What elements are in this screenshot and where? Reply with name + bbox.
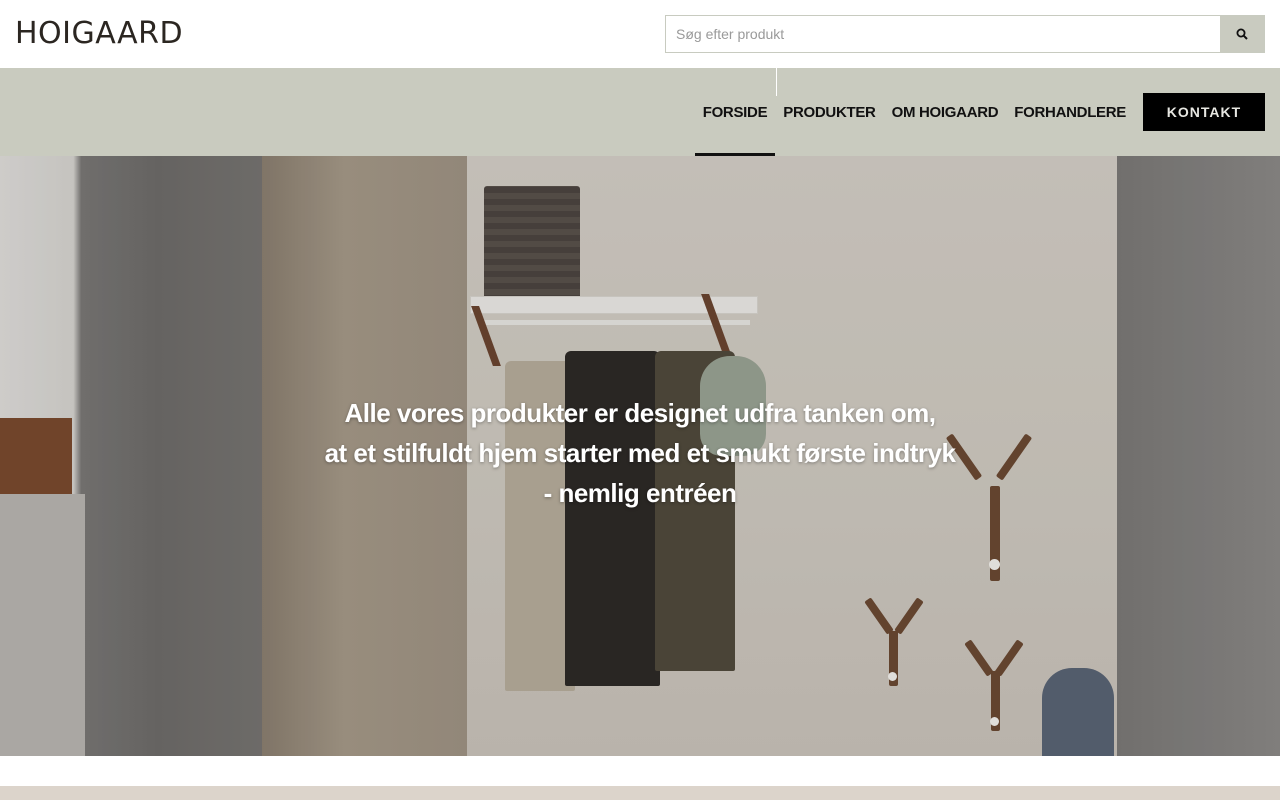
search-icon xyxy=(1236,28,1248,40)
search-bar xyxy=(665,15,1265,53)
hero-banner: Alle vores produkter er designet udfra t… xyxy=(0,156,1280,756)
hero-tagline: Alle vores produkter er designet udfra t… xyxy=(0,393,1280,513)
top-header: HOIGAARD xyxy=(0,0,1280,68)
brand-logo[interactable]: HOIGAARD xyxy=(15,17,183,51)
hero-tagline-line-2: at et stilfuldt hjem starter med et smuk… xyxy=(324,438,956,468)
hero-tagline-line-3: - nemlig entréen xyxy=(543,478,737,508)
search-input[interactable] xyxy=(666,16,1220,52)
nav-item-forside[interactable]: FORSIDE xyxy=(694,68,776,156)
nav-item-produkter[interactable]: PRODUKTER xyxy=(775,68,883,156)
nav-menu: FORSIDE PRODUKTER OM HOIGAARD FORHANDLER… xyxy=(694,68,1265,156)
nav-item-om-hoigaard[interactable]: OM HOIGAARD xyxy=(884,68,1007,156)
search-button[interactable] xyxy=(1220,16,1264,52)
section-strip xyxy=(0,786,1280,800)
main-navigation: FORSIDE PRODUKTER OM HOIGAARD FORHANDLER… xyxy=(0,68,1280,156)
nav-item-forhandlere[interactable]: FORHANDLERE xyxy=(1006,68,1134,156)
hero-tagline-line-1: Alle vores produkter er designet udfra t… xyxy=(344,398,936,428)
contact-button[interactable]: KONTAKT xyxy=(1143,93,1265,131)
